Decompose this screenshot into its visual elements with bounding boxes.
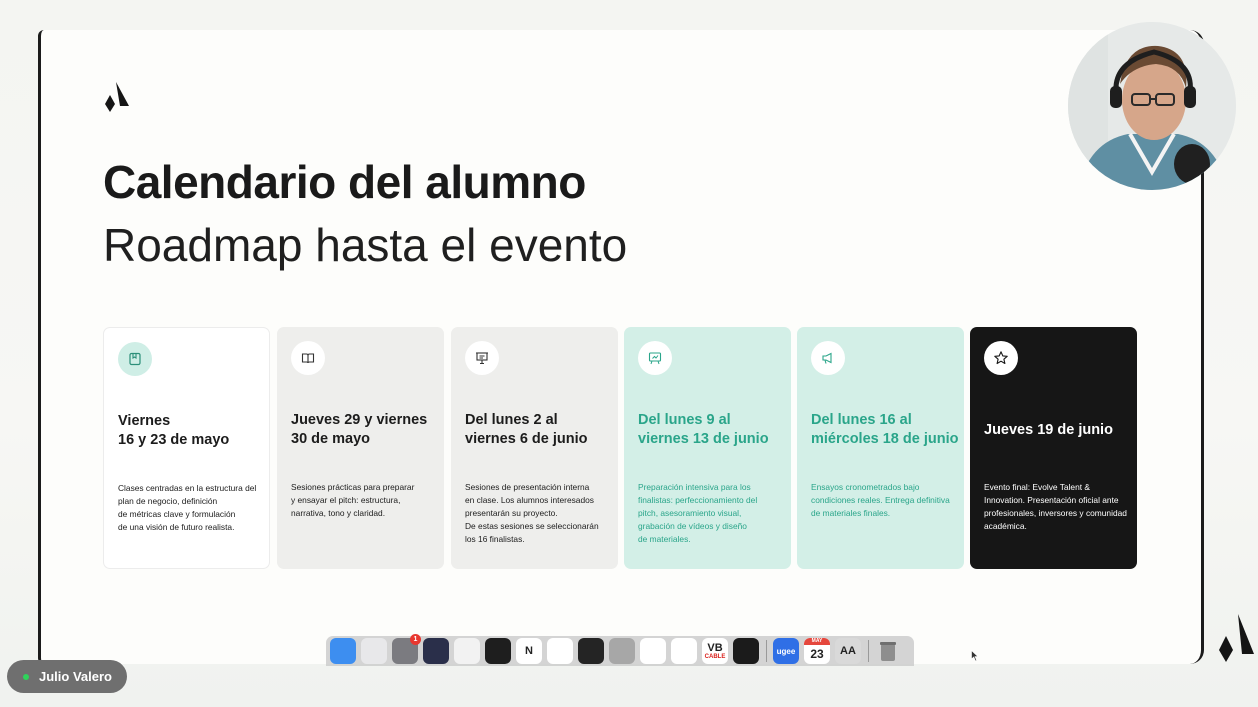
calendar-label: 23 bbox=[810, 647, 824, 661]
slide-title: Calendario del alumno bbox=[103, 156, 586, 208]
calendar-icon[interactable]: 23 MAY bbox=[804, 638, 830, 664]
notion-label: N bbox=[525, 645, 533, 657]
star-icon bbox=[984, 341, 1018, 375]
audio-meter-icon[interactable] bbox=[733, 638, 759, 664]
card-heading: Del lunes 2 al viernes 6 de junio bbox=[465, 412, 588, 447]
dock-separator bbox=[766, 640, 767, 662]
trash-icon[interactable] bbox=[875, 638, 901, 664]
brand-logo-watermark bbox=[1219, 614, 1254, 662]
ugee-icon[interactable]: ugee bbox=[773, 638, 799, 664]
card-heading: Jueves 29 y viernes 30 de mayo bbox=[291, 412, 428, 447]
card-heading: Jueves 19 de junio bbox=[984, 422, 1113, 438]
presenter-name: Julio Valero bbox=[39, 669, 112, 684]
vb-cable-sub-label: CABLE bbox=[704, 654, 726, 660]
card-heading: Del lunes 16 al miércoles 18 de junio bbox=[811, 412, 959, 447]
slack-icon[interactable] bbox=[547, 638, 573, 664]
roadmap-card: Jueves 29 y viernes 30 de mayo Sesiones p… bbox=[277, 327, 444, 569]
database-icon[interactable] bbox=[609, 638, 635, 664]
chatgpt-icon[interactable] bbox=[454, 638, 480, 664]
brand-logo bbox=[105, 82, 129, 112]
card-description: Clases centradas en la estructura del pla… bbox=[118, 483, 257, 532]
font-book-icon[interactable]: AA bbox=[835, 638, 861, 664]
presenter-video-frame bbox=[1068, 22, 1236, 190]
card-description: Preparación intensiva para los finalistas… bbox=[638, 482, 758, 544]
roadmap-card: Del lunes 16 al miércoles 18 de junio Ens… bbox=[797, 327, 964, 569]
card-description: Sesiones prácticas para preparar y ensaya… bbox=[291, 482, 415, 518]
ugee-label: ugee bbox=[776, 646, 796, 656]
chrome-icon[interactable] bbox=[640, 638, 666, 664]
cursor-app-icon[interactable] bbox=[485, 638, 511, 664]
shared-slide: Calendario del alumno Roadmap hasta el e… bbox=[38, 30, 1204, 664]
card-heading: Viernes 16 y 23 de mayo bbox=[118, 413, 230, 448]
calendar-month-label: MAY bbox=[804, 638, 830, 645]
status-dot bbox=[23, 673, 29, 680]
launchpad-icon[interactable] bbox=[361, 638, 387, 664]
roadmap-card: Del lunes 9 al viernes 13 de junio Prepar… bbox=[624, 327, 791, 569]
roadmap-card: Viernes 16 y 23 de mayo Clases centradas … bbox=[103, 327, 270, 569]
vscode-icon[interactable] bbox=[671, 638, 697, 664]
roadmap-card: Jueves 19 de junio Evento final: Evolve … bbox=[970, 327, 1137, 569]
presenter-webcam[interactable] bbox=[1068, 22, 1236, 190]
vb-cable-label: VB bbox=[707, 642, 723, 654]
card-heading: Del lunes 9 al viernes 13 de junio bbox=[638, 412, 769, 447]
open-book-icon bbox=[291, 341, 325, 375]
screen-presentation-icon bbox=[638, 341, 672, 375]
presenter-name-tag: Julio Valero bbox=[7, 660, 127, 693]
roadmap-card: Del lunes 2 al viernes 6 de junio Sesione… bbox=[451, 327, 618, 569]
card-description: Sesiones de presentación interna en clase… bbox=[465, 482, 599, 544]
finder-icon[interactable] bbox=[330, 638, 356, 664]
font-book-label: AA bbox=[840, 645, 856, 657]
megaphone-icon bbox=[811, 341, 845, 375]
mouse-cursor-icon bbox=[971, 650, 979, 662]
dock: 1 N VB CABLE ugee 23 MAY AA bbox=[326, 634, 914, 666]
dock-separator bbox=[868, 640, 869, 662]
presentation-board-icon bbox=[465, 341, 499, 375]
terminal-icon[interactable] bbox=[578, 638, 604, 664]
obs-icon[interactable] bbox=[423, 638, 449, 664]
roadmap-cards: Viernes 16 y 23 de mayo Clases centradas … bbox=[103, 327, 1139, 569]
notification-badge: 1 bbox=[410, 634, 421, 645]
notion-icon[interactable]: N bbox=[516, 638, 542, 664]
system-settings-icon[interactable]: 1 bbox=[392, 634, 421, 664]
slide-subtitle: Roadmap hasta el evento bbox=[103, 219, 628, 271]
card-description: Evento final: Evolve Talent & Innovation.… bbox=[984, 482, 1127, 531]
card-description: Ensayos cronometrados bajo condiciones re… bbox=[811, 482, 950, 518]
vb-cable-icon[interactable]: VB CABLE bbox=[702, 638, 728, 664]
bookmark-icon bbox=[118, 342, 152, 376]
